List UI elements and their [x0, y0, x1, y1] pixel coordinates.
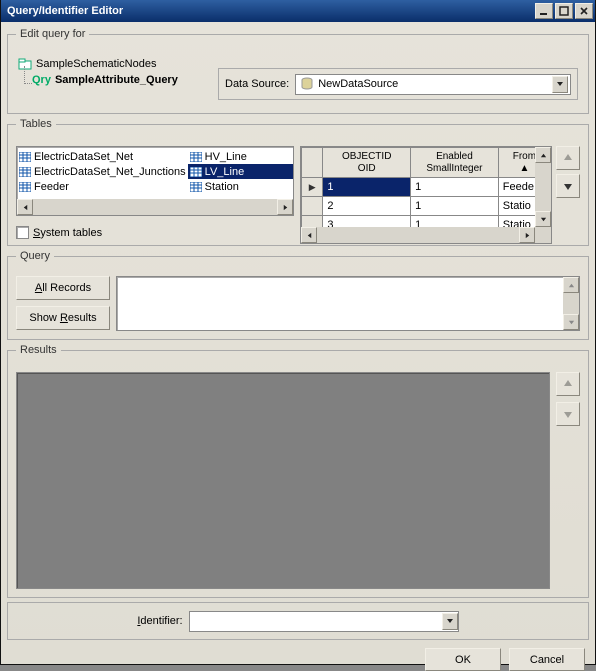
- query-legend: Query: [16, 250, 54, 262]
- database-icon: [300, 77, 314, 91]
- ok-button[interactable]: OK: [425, 648, 501, 671]
- system-tables-label[interactable]: System tables: [33, 227, 102, 239]
- table-list-item[interactable]: Feeder: [17, 179, 188, 194]
- table-icon: [190, 152, 202, 162]
- tree-root[interactable]: SampleSchematicNodes: [18, 56, 208, 72]
- query-textarea[interactable]: [116, 276, 580, 331]
- grid-cell[interactable]: 1: [411, 197, 499, 216]
- results-legend: Results: [16, 344, 61, 356]
- table-list-item[interactable]: ElectricDataSet_Net_Junctions: [17, 164, 188, 179]
- all-records-button[interactable]: All Records: [16, 276, 110, 300]
- data-source-row: Data Source: NewDataSource: [218, 68, 578, 100]
- scroll-right-icon[interactable]: [519, 227, 535, 243]
- query-group: Query All Records Show Results: [7, 250, 589, 340]
- scroll-down-icon[interactable]: [563, 314, 579, 330]
- identifier-select[interactable]: [189, 611, 459, 632]
- table-list-item[interactable]: LV_Line: [188, 164, 294, 179]
- window-title: Query/Identifier Editor: [7, 5, 533, 17]
- grid-header[interactable]: OBJECTIDOID: [323, 148, 411, 178]
- scroll-right-icon[interactable]: [277, 199, 293, 215]
- grid-scroll-corner: [535, 227, 551, 243]
- data-source-select[interactable]: NewDataSource: [295, 74, 571, 95]
- minimize-button[interactable]: [535, 3, 553, 19]
- maximize-button[interactable]: [555, 3, 573, 19]
- grid-horizontal-scrollbar[interactable]: [301, 227, 535, 243]
- grid-cell[interactable]: 1: [323, 178, 411, 197]
- close-button[interactable]: [575, 3, 593, 19]
- query-tree[interactable]: SampleSchematicNodes Qry SampleAttribute…: [18, 56, 208, 88]
- tree-child[interactable]: Qry SampleAttribute_Query: [32, 72, 208, 88]
- data-source-label: Data Source:: [225, 78, 289, 90]
- table-icon: [190, 167, 202, 177]
- table-list-item[interactable]: ElectricDataSet_Net: [17, 149, 188, 164]
- tables-listbox[interactable]: ElectricDataSet_NetElectricDataSet_Net_J…: [16, 146, 294, 216]
- scroll-up-icon[interactable]: [535, 147, 551, 163]
- results-move-up-button[interactable]: [556, 372, 580, 396]
- scroll-down-icon[interactable]: [535, 211, 551, 227]
- dropdown-arrow-icon[interactable]: [552, 76, 568, 93]
- scroll-up-icon[interactable]: [563, 277, 579, 293]
- scroll-left-icon[interactable]: [301, 227, 317, 243]
- grid-cell[interactable]: 1: [411, 178, 499, 197]
- tables-group: Tables ElectricDataSet_NetElectricDataSe…: [7, 118, 589, 246]
- grid-corner-header[interactable]: [302, 148, 323, 178]
- table-icon: [19, 182, 31, 192]
- edit-query-group: Edit query for SampleSchematicNodes Qry …: [7, 28, 589, 114]
- identifier-label: Identifier:: [137, 615, 182, 627]
- scroll-left-icon[interactable]: [17, 199, 33, 215]
- table-list-item[interactable]: HV_Line: [188, 149, 294, 164]
- table-list-item[interactable]: Station: [188, 179, 294, 194]
- dropdown-arrow-icon[interactable]: [442, 613, 458, 630]
- results-group: Results: [7, 344, 589, 598]
- edit-query-legend: Edit query for: [16, 28, 89, 40]
- results-grid[interactable]: [16, 372, 550, 589]
- table-row[interactable]: 21Statio: [302, 197, 551, 216]
- move-down-button[interactable]: [556, 174, 580, 198]
- dialog-window: Query/Identifier Editor Edit query for: [0, 0, 596, 665]
- query-prefix-icon: Qry: [32, 74, 51, 86]
- tables-legend: Tables: [16, 118, 56, 130]
- show-results-button[interactable]: Show Results: [16, 306, 110, 330]
- cancel-button[interactable]: Cancel: [509, 648, 585, 671]
- results-move-down-button[interactable]: [556, 402, 580, 426]
- table-icon: [190, 182, 202, 192]
- row-header[interactable]: [302, 178, 323, 197]
- table-icon: [19, 167, 31, 177]
- row-header[interactable]: [302, 197, 323, 216]
- tables-grid[interactable]: OBJECTIDOID EnabledSmallInteger From▲ 11…: [300, 146, 552, 244]
- textarea-scrollbar[interactable]: [563, 277, 579, 330]
- grid-vertical-scrollbar[interactable]: [535, 147, 551, 227]
- identifier-row: Identifier:: [7, 602, 589, 640]
- titlebar: Query/Identifier Editor: [1, 0, 595, 22]
- grid-cell[interactable]: 2: [323, 197, 411, 216]
- system-tables-checkbox[interactable]: [16, 226, 29, 239]
- grid-header[interactable]: EnabledSmallInteger: [411, 148, 499, 178]
- move-up-button[interactable]: [556, 146, 580, 170]
- list-horizontal-scrollbar[interactable]: [17, 199, 293, 215]
- table-row[interactable]: 11Feede: [302, 178, 551, 197]
- table-icon: [19, 152, 31, 162]
